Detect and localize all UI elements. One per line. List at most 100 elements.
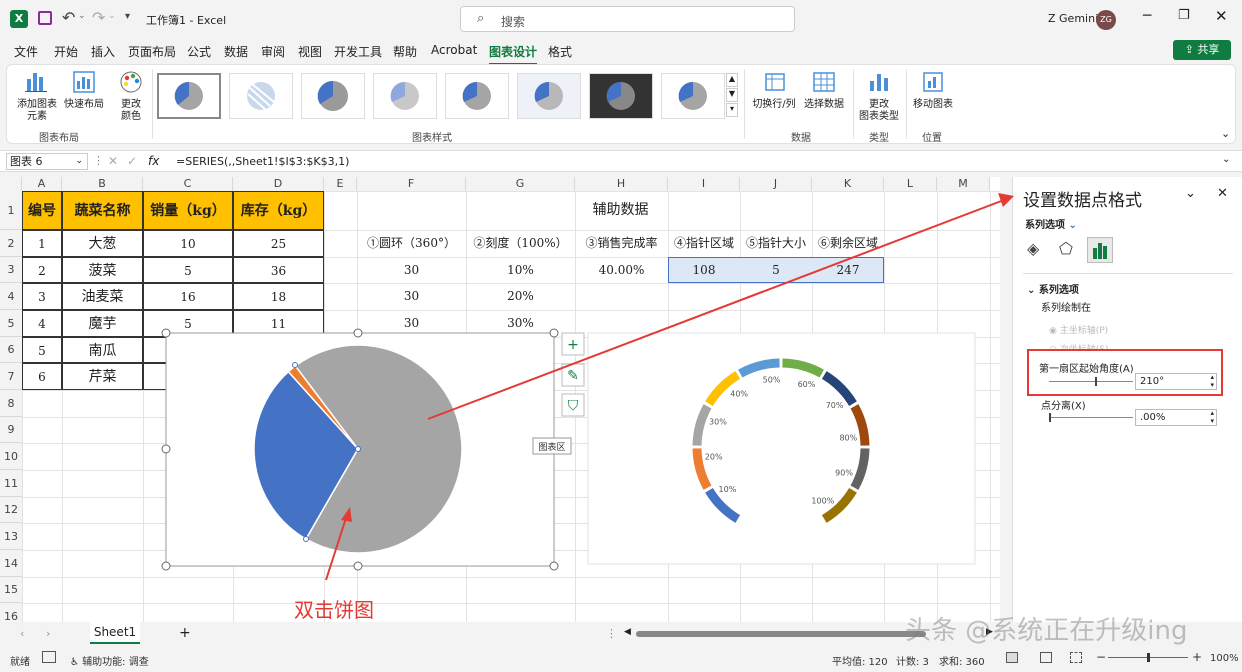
- series-options-icon[interactable]: [1087, 237, 1113, 263]
- first-angle-spinner-icon[interactable]: ▴ ▾: [1210, 373, 1214, 389]
- name-box[interactable]: 图表 6 ⌄: [6, 153, 88, 170]
- quick-layout-button[interactable]: 快速布局: [61, 69, 107, 111]
- share-button[interactable]: ⇪ 共享: [1173, 40, 1231, 60]
- row-header[interactable]: 1: [0, 191, 22, 230]
- table-cell[interactable]: 10: [143, 230, 233, 257]
- table-cell[interactable]: 5: [143, 257, 233, 283]
- add-sheet-icon[interactable]: +: [179, 625, 191, 641]
- cancel-icon[interactable]: ✕: [108, 154, 118, 168]
- column-header[interactable]: I: [668, 177, 740, 191]
- row-header[interactable]: 9: [0, 417, 22, 443]
- avatar[interactable]: ZG: [1096, 10, 1116, 30]
- zoom-in-icon[interactable]: +: [1192, 650, 1202, 664]
- tab-file[interactable]: 文件: [14, 43, 38, 60]
- explosion-input[interactable]: .00% ▴ ▾: [1135, 409, 1217, 426]
- table-cell[interactable]: 36: [233, 257, 324, 283]
- helper-cell[interactable]: 30: [357, 310, 466, 337]
- table-cell[interactable]: 芹菜: [62, 363, 143, 390]
- chart-style-7[interactable]: [589, 73, 653, 119]
- column-header[interactable]: J: [740, 177, 812, 191]
- first-angle-slider[interactable]: [1049, 377, 1133, 386]
- row-header[interactable]: 15: [0, 577, 22, 603]
- table-cell[interactable]: 5: [22, 337, 62, 363]
- tab-format[interactable]: 格式: [548, 43, 572, 60]
- column-header[interactable]: H: [575, 177, 668, 191]
- table-cell[interactable]: [143, 337, 233, 363]
- column-header[interactable]: D: [233, 177, 324, 191]
- customize-qat-icon[interactable]: ▾: [125, 11, 130, 22]
- table-cell[interactable]: [233, 363, 324, 390]
- change-chart-type-button[interactable]: 更改 图表类型: [855, 69, 903, 123]
- column-header[interactable]: M: [937, 177, 990, 191]
- column-header[interactable]: B: [62, 177, 143, 191]
- restore-icon[interactable]: ❐: [1178, 8, 1190, 23]
- undo-icon[interactable]: ↶: [62, 8, 75, 27]
- accessibility-status[interactable]: ♿ 辅助功能: 调查: [70, 653, 149, 668]
- gallery-more[interactable]: ▾: [726, 103, 738, 117]
- row-header[interactable]: 13: [0, 523, 22, 550]
- helper-cell[interactable]: 108: [668, 257, 740, 283]
- table-cell[interactable]: 25: [233, 230, 324, 257]
- change-colors-button[interactable]: 更改 颜色: [111, 69, 151, 123]
- table-cell[interactable]: 11: [233, 310, 324, 337]
- sheetbar-menu-icon[interactable]: ⋮: [606, 627, 617, 640]
- row-header[interactable]: 14: [0, 550, 22, 577]
- normal-view-icon[interactable]: [1006, 652, 1018, 663]
- table-cell[interactable]: 1: [22, 230, 62, 257]
- tab-page-layout[interactable]: 页面布局: [128, 43, 176, 60]
- explosion-slider[interactable]: [1049, 413, 1133, 422]
- table-cell[interactable]: [143, 363, 233, 390]
- redo-dropdown-icon[interactable]: ⌄: [108, 11, 116, 21]
- table-cell[interactable]: 3: [22, 283, 62, 310]
- chart-style-2[interactable]: [229, 73, 293, 119]
- minimize-icon[interactable]: ─: [1143, 8, 1151, 24]
- row-header[interactable]: 4: [0, 283, 22, 310]
- chart-style-6[interactable]: [517, 73, 581, 119]
- table-cell[interactable]: 2: [22, 257, 62, 283]
- column-header[interactable]: E: [324, 177, 357, 191]
- helper-cell[interactable]: 30%: [466, 310, 575, 337]
- column-header[interactable]: G: [466, 177, 575, 191]
- row-header[interactable]: 8: [0, 390, 22, 417]
- primary-axis-radio[interactable]: ◉ 主坐标轴(P): [1049, 323, 1108, 336]
- tab-home[interactable]: 开始: [54, 43, 78, 60]
- first-angle-input[interactable]: 210° ▴ ▾: [1135, 373, 1217, 390]
- tab-review[interactable]: 审阅: [261, 43, 285, 60]
- table-cell[interactable]: 16: [143, 283, 233, 310]
- tab-formulas[interactable]: 公式: [187, 43, 211, 60]
- column-header[interactable]: A: [22, 177, 62, 191]
- table-cell[interactable]: 大葱: [62, 230, 143, 257]
- fill-line-icon[interactable]: ◈: [1027, 239, 1039, 258]
- table-cell[interactable]: 油麦菜: [62, 283, 143, 310]
- chart-style-4[interactable]: [373, 73, 437, 119]
- select-data-button[interactable]: 选择数据: [799, 69, 849, 111]
- insert-function-icon[interactable]: fx: [148, 154, 159, 168]
- worksheet-grid[interactable]: A B C D E F G H I J K L M 1 2 3 4 5 6 7 8 9 10 11 12 13 14 15 16 编号 蔬菜…: [0, 177, 1000, 622]
- expand-formula-icon[interactable]: ⌄: [1222, 154, 1230, 165]
- search-box[interactable]: ⌕ 搜索: [460, 6, 795, 32]
- column-header[interactable]: L: [884, 177, 937, 191]
- table-cell[interactable]: 18: [233, 283, 324, 310]
- chart-style-5[interactable]: [445, 73, 509, 119]
- row-header[interactable]: 5: [0, 310, 22, 337]
- save-icon[interactable]: [38, 11, 52, 25]
- first-angle-slider-thumb[interactable]: [1095, 377, 1097, 386]
- helper-cell[interactable]: 30: [357, 283, 466, 310]
- switch-row-col-button[interactable]: 切换行/列: [747, 69, 801, 111]
- gallery-scroll-down[interactable]: ▼: [726, 88, 738, 102]
- explosion-slider-thumb[interactable]: [1049, 413, 1051, 422]
- chart-style-8[interactable]: [661, 73, 725, 119]
- horizontal-scrollbar[interactable]: [636, 631, 926, 637]
- helper-cell[interactable]: 40.00%: [575, 257, 668, 283]
- table-cell[interactable]: [233, 337, 324, 363]
- zoom-slider[interactable]: [1108, 653, 1188, 662]
- next-sheet-icon[interactable]: ›: [46, 627, 50, 640]
- table-cell[interactable]: 4: [22, 310, 62, 337]
- macro-record-icon[interactable]: [42, 651, 56, 663]
- redo-icon[interactable]: ↷: [92, 8, 105, 27]
- table-cell[interactable]: 魔芋: [62, 310, 143, 337]
- enter-icon[interactable]: ✓: [127, 154, 137, 168]
- tab-chart-design[interactable]: 图表设计: [489, 43, 538, 65]
- column-header[interactable]: K: [812, 177, 884, 191]
- row-header[interactable]: 11: [0, 470, 22, 497]
